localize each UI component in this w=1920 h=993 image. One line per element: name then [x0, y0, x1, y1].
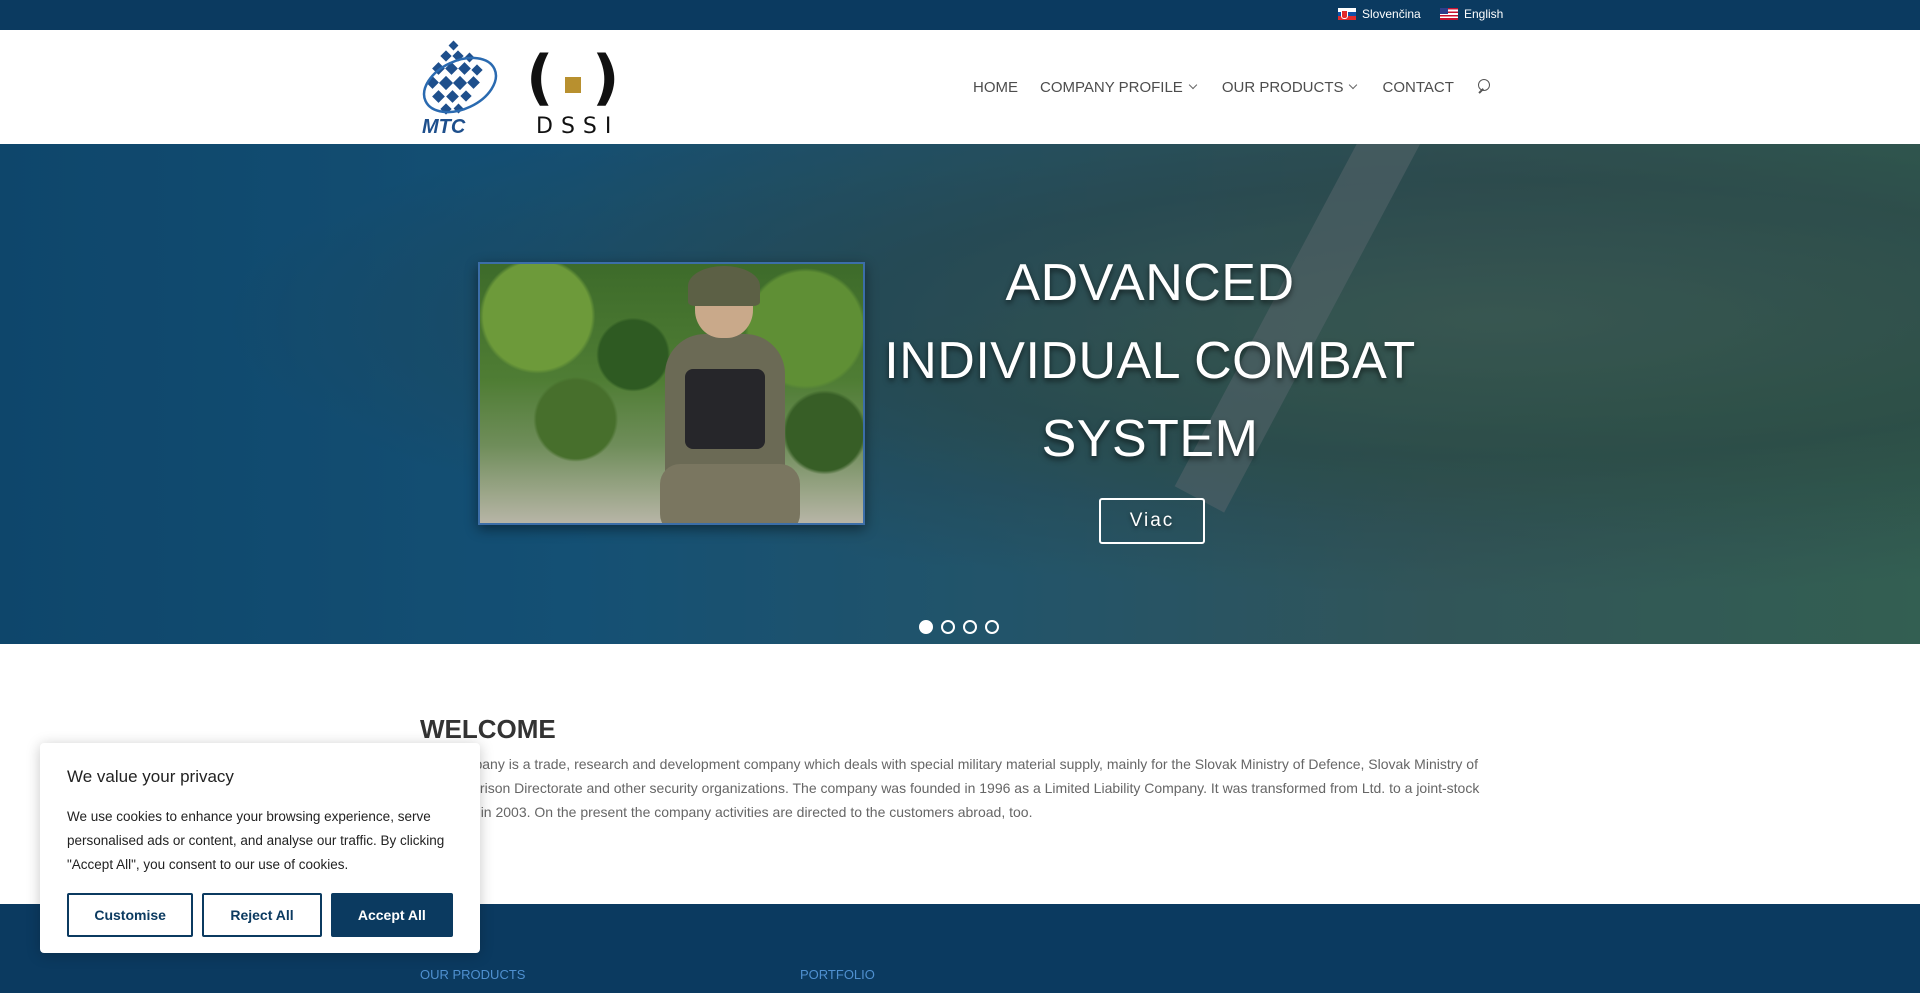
slider-pagination [919, 620, 999, 634]
nav-our-products[interactable]: OUR PRODUCTS [1221, 78, 1358, 96]
svg-text:): ) [592, 43, 619, 113]
company-logo[interactable]: MTC ( ) DSSI [420, 40, 626, 136]
top-bar: Slovenčina English [0, 0, 1920, 30]
svg-text:(: ( [526, 43, 553, 113]
hero-title-line: SYSTEM [1041, 410, 1259, 468]
footer-link-portfolio[interactable]: PORTFOLIO [800, 967, 875, 982]
nav-company-profile[interactable]: COMPANY PROFILE [1040, 78, 1198, 96]
nav-label: OUR PRODUCTS [1221, 78, 1344, 96]
hero-slider: ADVANCED INDIVIDUAL COMBAT SYSTEM Viac [0, 144, 1920, 644]
slovak-flag-icon [1338, 8, 1356, 20]
nav-contact[interactable]: CONTACT [1382, 79, 1453, 96]
chevron-down-icon [1349, 80, 1358, 90]
reject-all-button[interactable]: Reject All [202, 893, 322, 937]
customise-button[interactable]: Customise [67, 893, 194, 937]
language-english-link[interactable]: English [1440, 7, 1503, 21]
hero-title: ADVANCED INDIVIDUAL COMBAT SYSTEM [880, 244, 1420, 478]
hero-title-line: INDIVIDUAL COMBAT [884, 332, 1416, 390]
site-header: MTC ( ) DSSI HOME COMPANY PROFILE OUR PR… [0, 30, 1920, 144]
cookie-consent-dialog: We value your privacy We use cookies to … [40, 743, 480, 953]
chevron-down-icon [1188, 80, 1198, 90]
footer-link-our-products[interactable]: OUR PRODUCTS [420, 967, 525, 982]
mtc-logo-text: MTC [422, 116, 466, 136]
main-nav: HOME COMPANY PROFILE OUR PRODUCTS CONTAC… [973, 78, 1494, 96]
search-icon[interactable] [1476, 78, 1494, 96]
cookie-buttons: Customise Reject All Accept All [67, 893, 453, 937]
nav-label: COMPANY PROFILE [1040, 78, 1183, 96]
dssi-logo-text: DSSI [536, 114, 619, 136]
cookie-text: We use cookies to enhance your browsing … [67, 809, 445, 872]
dssi-gold-square-icon [565, 77, 581, 93]
welcome-text: The company is a trade, research and dev… [420, 756, 1480, 820]
slider-dot-4[interactable] [985, 620, 999, 634]
accept-all-button[interactable]: Accept All [330, 893, 453, 937]
slider-dot-3[interactable] [963, 620, 977, 634]
language-slovak-link[interactable]: Slovenčina [1338, 7, 1421, 21]
slider-dot-1[interactable] [919, 620, 933, 634]
us-flag-icon [1440, 8, 1458, 20]
welcome-heading: WELCOME [420, 714, 556, 744]
nav-label: HOME [973, 78, 1018, 96]
slider-dot-2[interactable] [941, 620, 955, 634]
nav-label: CONTACT [1382, 78, 1454, 96]
language-label: English [1464, 7, 1504, 21]
hero-soldier-image [478, 262, 865, 525]
viac-button[interactable]: Viac [1099, 498, 1205, 544]
cookie-title: We value your privacy [67, 767, 234, 786]
language-label: Slovenčina [1362, 7, 1421, 21]
nav-home[interactable]: HOME [973, 79, 1018, 96]
hero-title-line: ADVANCED [1005, 254, 1295, 312]
